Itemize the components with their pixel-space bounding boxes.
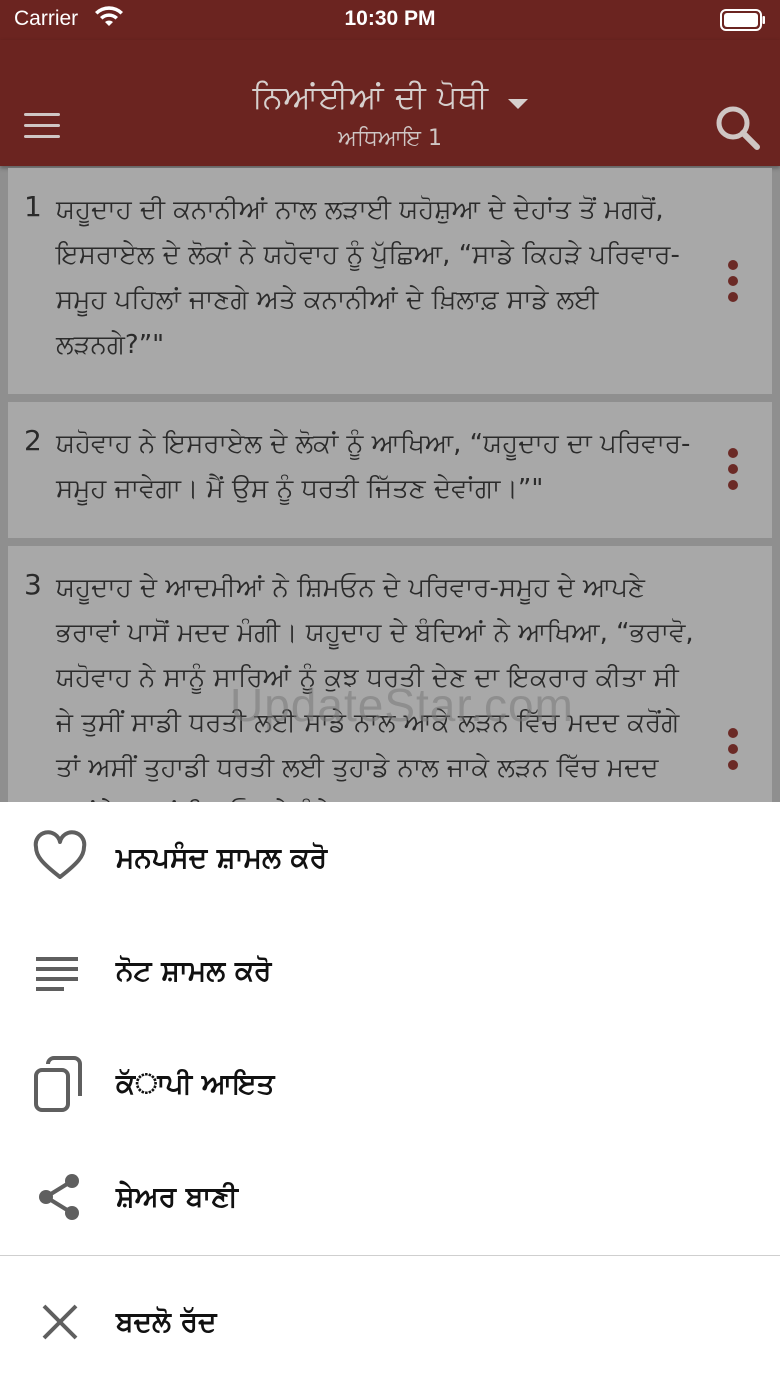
- add-note-label: ਨੋਟ ਸ਼ਾਮਲ ਕਰੋ: [116, 954, 272, 987]
- add-favorite-button[interactable]: ਮਨਪਸੰਦ ਸ਼ਾਮਲ ਕਰੋ: [0, 802, 780, 914]
- action-sheet: ਮਨਪਸੰਦ ਸ਼ਾਮਲ ਕਰੋ ਨੋਟ ਸ਼ਾਮਲ ਕਰੋ ਕੱਾਪੀ ਆਇਤ…: [0, 802, 780, 1387]
- book-selector[interactable]: ਨਿਆਂਈਆਂ ਦੀ ਪੋਥੀ: [0, 78, 780, 117]
- more-vert-icon[interactable]: [728, 448, 738, 496]
- copy-verse-label: ਕੱਾਪੀ ਆਇਤ: [116, 1067, 275, 1100]
- search-icon[interactable]: [714, 104, 762, 152]
- verse-row[interactable]: 2 ਯਹੋਵਾਹ ਨੇ ਇਸਰਾਏਲ ਦੇ ਲੋਕਾਂ ਨੂੰ ਆਖਿਆ, “ਯ…: [8, 402, 772, 538]
- copy-icon: [34, 1056, 82, 1112]
- add-favorite-label: ਮਨਪਸੰਦ ਸ਼ਾਮਲ ਕਰੋ: [116, 841, 328, 874]
- chevron-down-icon: [507, 98, 528, 109]
- status-time: 10:30 PM: [344, 7, 436, 30]
- verse-number: 1: [24, 190, 42, 223]
- app-header: ਨਿਆਂਈਆਂ ਦੀ ਪੋਥੀ ਅਧਿਆਇ 1: [0, 40, 780, 166]
- status-bar: Carrier 10:30 PM: [0, 0, 780, 40]
- share-label: ਸ਼ੇਅਰ ਬਾਣੀ: [116, 1180, 238, 1213]
- share-button[interactable]: ਸ਼ੇਅਰ ਬਾਣੀ: [0, 1141, 780, 1253]
- watermark: UpdateStar.com: [230, 679, 574, 731]
- cancel-button[interactable]: ਬਦਲੋ ਰੱਦ: [0, 1266, 780, 1378]
- book-title: ਨਿਆਂਈਆਂ ਦੀ ਪੋਥੀ: [252, 78, 489, 116]
- verse-text: ਯਹੋਵਾਹ ਨੇ ਇਸਰਾਏਲ ਦੇ ਲੋਕਾਂ ਨੂੰ ਆਖਿਆ, “ਯਹੂ…: [56, 429, 691, 504]
- verse-row[interactable]: 3 ਯਹੂਦਾਹ ਦੇ ਆਦਮੀਆਂ ਨੇ ਸ਼ਿਮਓਨ ਦੇ ਪਰਿਵਾਰ-ਸ…: [8, 546, 772, 802]
- more-vert-icon[interactable]: [728, 728, 738, 776]
- add-note-button[interactable]: ਨੋਟ ਸ਼ਾਮਲ ਕਰੋ: [0, 915, 780, 1027]
- chapter-subtitle: ਅਧਿਆਇ 1: [338, 126, 442, 151]
- divider: [0, 1255, 780, 1256]
- verse-number: 2: [24, 424, 42, 457]
- verse-row[interactable]: 1 ਯਹੂਦਾਹ ਦੀ ਕਨਾਨੀਆਂ ਨਾਲ ਲੜਾਈ ਯਹੋਸ਼ੁਆ ਦੇ …: [8, 168, 772, 394]
- share-icon: [39, 1174, 79, 1220]
- cancel-label: ਬਦਲੋ ਰੱਦ: [116, 1305, 217, 1338]
- copy-verse-button[interactable]: ਕੱਾਪੀ ਆਇਤ: [0, 1028, 780, 1140]
- heart-icon: [33, 830, 87, 879]
- verse-text: ਯਹੂਦਾਹ ਦੀ ਕਨਾਨੀਆਂ ਨਾਲ ਲੜਾਈ ਯਹੋਸ਼ੁਆ ਦੇ ਦੇ…: [56, 195, 680, 360]
- close-icon: [42, 1304, 78, 1340]
- verse-number: 3: [24, 568, 42, 601]
- more-vert-icon[interactable]: [728, 260, 738, 308]
- battery-icon: [720, 9, 765, 31]
- notes-icon: [36, 957, 78, 991]
